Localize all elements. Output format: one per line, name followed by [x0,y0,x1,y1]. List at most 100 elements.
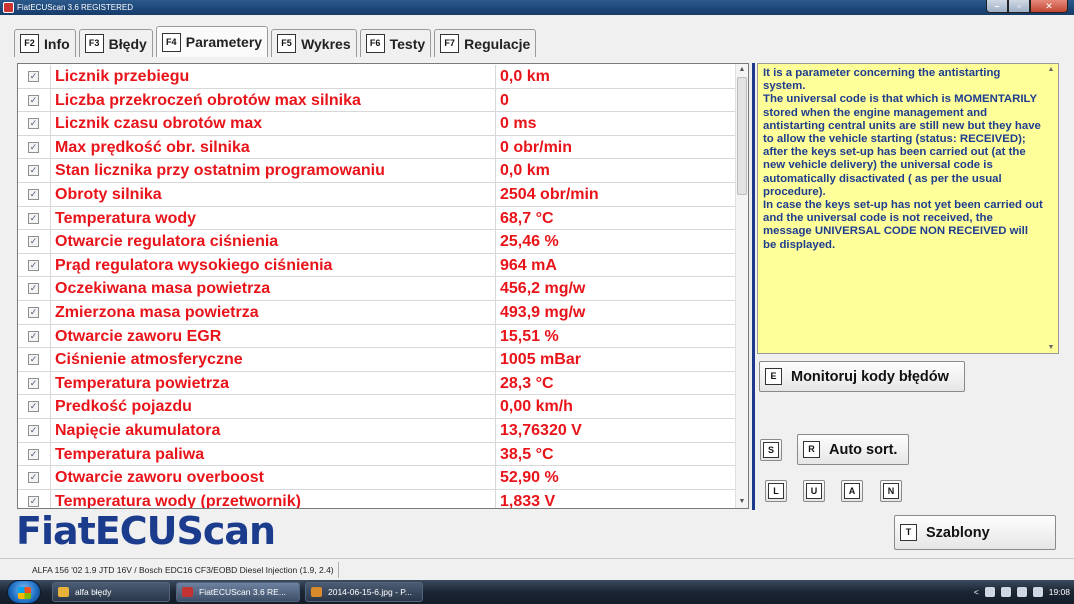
templates-button[interactable]: T Szablony [894,515,1056,550]
parameter-row[interactable]: ✓ Temperatura paliwa 38,5 °C [18,442,736,467]
parameter-row[interactable]: ✓ Licznik przebiegu 0,0 km [18,65,736,89]
minimize-button[interactable]: – [986,0,1008,13]
tray-expand-icon[interactable]: < [974,580,979,604]
parameter-checkbox[interactable]: ✓ [28,448,39,460]
button-label: Auto sort. [829,441,898,458]
parameter-row[interactable]: ✓ Max prędkość obr. silnika 0 obr/min [18,135,736,160]
column-divider [495,466,496,489]
column-divider [495,277,496,300]
u-button[interactable]: U [803,480,825,502]
parameter-row[interactable]: ✓ Temperatura wody 68,7 °C [18,206,736,231]
parameter-checkbox[interactable]: ✓ [28,307,39,318]
battery-icon[interactable] [1000,587,1011,597]
hotkey-badge: F6 [365,34,385,53]
tab-label: Testy [389,35,426,52]
column-divider [50,112,51,135]
scroll-down-icon[interactable]: ▼ [736,496,748,508]
scroll-down-icon[interactable]: ▼ [1045,344,1057,351]
monitor-error-codes-button[interactable]: E Monitoruj kody błędów [759,361,965,392]
parameter-row[interactable]: ✓ Temperatura powietrza 28,3 °C [18,371,736,396]
taskbar: alfa błędy FiatECUScan 3.6 RE... 2014-06… [0,580,1074,604]
tab-info[interactable]: F2 Info [14,29,76,57]
parameter-row[interactable]: ✓ Liczba przekroczeń obrotów max silnika 0 [18,88,736,113]
tab-testy[interactable]: F6 Testy [359,29,432,57]
parameter-row[interactable]: ✓ Otwarcie regulatora ciśnienia 25,46 % [18,230,736,254]
column-divider [50,183,51,206]
tab-bledy[interactable]: F3 Błędy [78,29,153,57]
column-divider [50,348,51,371]
parameter-row[interactable]: ✓ Zmierzona masa powietrza 493,9 mg/w [18,301,736,325]
parameter-checkbox[interactable]: ✓ [28,94,39,106]
parameter-checkbox[interactable]: ✓ [28,283,39,295]
tab-parametery[interactable]: F4 Parametery [155,26,269,57]
close-button[interactable]: ✕ [1030,0,1068,13]
parameter-value: 2504 obr/min [500,186,599,203]
parameter-row[interactable]: ✓ Licznik czasu obrotów max 0 ms [18,112,736,136]
parameter-row[interactable]: ✓ Ciśnienie atmosferyczne 1005 mBar [18,348,736,372]
n-button[interactable]: N [880,480,902,502]
scroll-up-icon[interactable]: ▲ [736,64,748,76]
parameter-checkbox[interactable]: ✓ [28,401,39,413]
column-divider [50,88,51,112]
parameter-checkbox[interactable]: ✓ [28,259,39,271]
parameter-row[interactable]: ✓ Napięcie akumulatora 13,76320 V [18,419,736,443]
parameter-checkbox[interactable]: ✓ [28,354,39,366]
parameter-row[interactable]: ✓ Otwarcie zaworu overboost 52,90 % [18,466,736,490]
auto-sort-button[interactable]: R Auto sort. [797,434,909,465]
parameter-row[interactable]: ✓ Otwarcie zaworu EGR 15,51 % [18,324,736,349]
l-button[interactable]: L [765,480,787,502]
tab-label: Info [44,35,70,52]
parameter-name: Otwarcie zaworu EGR [55,327,222,345]
parameter-checkbox[interactable]: ✓ [28,330,39,342]
parameter-row[interactable]: ✓ Obroty silnika 2504 obr/min [18,183,736,207]
parameter-checkbox[interactable]: ✓ [28,118,39,130]
parameter-list[interactable]: ✓ Temperatura wody (przetwornik) 1,833 V ✓ O… [17,63,749,509]
column-divider [495,253,496,277]
parameter-value: 38,5 °C [500,445,554,463]
clock[interactable]: 19:08 [1049,580,1070,604]
parameter-value: 25,46 % [500,233,559,251]
parameter-description-box: It is a parameter concerning the antista… [757,63,1059,354]
tab-regulacje[interactable]: F7 Regulacje [434,29,537,57]
parameter-checkbox[interactable]: ✓ [28,189,39,200]
parameter-checkbox[interactable]: ✓ [28,495,39,507]
parameter-name: Predkość pojazdu [55,398,192,416]
hotkey-badge: F2 [20,34,39,53]
column-divider [50,301,51,324]
parameter-value: 28,3 °C [500,374,554,392]
s-button[interactable]: S [760,439,782,461]
parameter-row[interactable]: ✓ Temperatura wody (przetwornik) 1,833 V [18,489,736,508]
parameter-row[interactable]: ✓ Oczekiwana masa powietrza 456,2 mg/w [18,277,736,301]
scroll-thumb[interactable] [737,77,747,195]
parameter-name: Obroty silnika [55,186,162,203]
taskbar-item-folder[interactable]: alfa błędy [52,582,170,602]
parameter-checkbox[interactable]: ✓ [28,377,39,389]
maximize-button[interactable]: ▫ [1008,0,1030,13]
column-divider [495,489,496,508]
taskbar-item-paint[interactable]: 2014-06-15-6.jpg - P... [305,582,423,602]
parameter-checkbox[interactable]: ✓ [28,425,39,436]
tab-wykres[interactable]: F5 Wykres [271,29,357,57]
parameter-checkbox[interactable]: ✓ [28,472,39,484]
parameter-row[interactable]: ✓ Predkość pojazdu 0,00 km/h [18,395,736,419]
keyboard-icon[interactable] [984,587,995,597]
app-icon [3,2,14,13]
scroll-up-icon[interactable]: ▲ [1045,66,1057,73]
panel-divider[interactable] [752,63,755,510]
column-divider [495,88,496,112]
parameter-list-scrollbar[interactable]: ▲ ▼ [735,64,748,508]
taskbar-item-fiatecuscan[interactable]: FiatECUScan 3.6 RE... [176,582,300,602]
parameter-row[interactable]: ✓ Stan licznika przy ostatnim programowan… [18,159,736,183]
parameter-checkbox[interactable]: ✓ [28,212,39,224]
parameter-checkbox[interactable]: ✓ [28,71,39,82]
parameter-checkbox[interactable]: ✓ [28,165,39,177]
parameter-checkbox[interactable]: ✓ [28,236,39,248]
parameter-checkbox[interactable]: ✓ [28,141,39,153]
volume-icon[interactable] [1032,587,1043,597]
network-icon[interactable] [1016,587,1027,597]
parameter-row[interactable]: ✓ Prąd regulatora wysokiego ciśnienia 964 … [18,253,736,278]
parameter-value: 68,7 °C [500,209,554,227]
a-button[interactable]: A [841,480,863,502]
description-scrollbar[interactable]: ▲ ▼ [1045,64,1058,353]
start-button[interactable] [7,580,41,604]
